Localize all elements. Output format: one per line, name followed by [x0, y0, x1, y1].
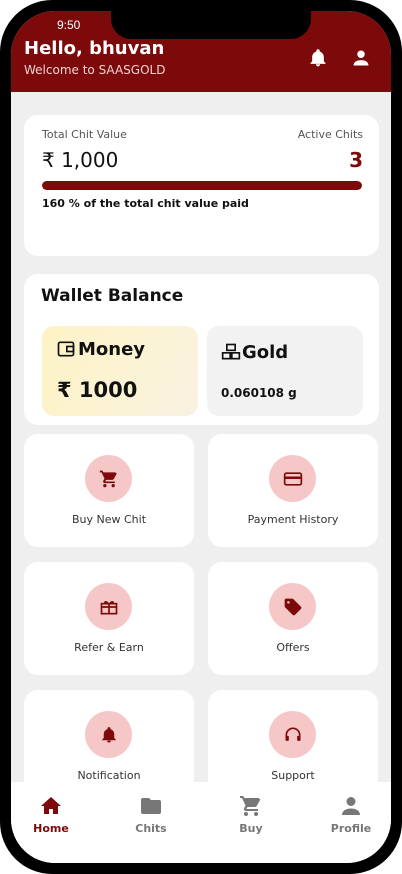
bell-icon[interactable]: [307, 47, 329, 69]
nav-chits[interactable]: Chits: [111, 794, 191, 835]
money-balance-box[interactable]: Money ₹ 1000: [42, 326, 198, 416]
welcome-subtitle: Welcome to SAASGOLD: [24, 63, 166, 77]
paid-progress-fill: [42, 181, 362, 190]
tile-buy-new-chit[interactable]: Buy New Chit: [24, 434, 194, 547]
nav-label: Home: [33, 822, 69, 835]
paid-progress-bar: [42, 181, 362, 190]
wallet-card: Wallet Balance Money ₹ 1000 Gold 0.06010…: [24, 274, 379, 425]
gold-label: Gold: [242, 342, 289, 363]
status-time: 9:50: [57, 18, 81, 32]
bell-icon: [85, 711, 132, 758]
nav-buy[interactable]: Buy: [211, 794, 291, 835]
user-icon: [311, 794, 391, 818]
paid-percentage-note: 160 % of the total chit value paid: [42, 197, 249, 210]
total-chit-value: ₹ 1,000: [42, 148, 119, 172]
gold-bars-icon: [221, 342, 241, 362]
cart-icon: [85, 455, 132, 502]
nav-home[interactable]: Home: [11, 794, 91, 835]
chit-summary-card: Total Chit Value Active Chits ₹ 1,000 3 …: [24, 115, 379, 256]
gold-balance-box[interactable]: Gold 0.060108 g: [207, 326, 363, 416]
home-icon: [11, 794, 91, 818]
tile-label: Support: [271, 769, 315, 782]
wallet-icon: [56, 339, 76, 359]
tile-label: Refer & Earn: [74, 641, 144, 654]
active-chits-label: Active Chits: [297, 128, 363, 141]
tile-offers[interactable]: Offers: [208, 562, 378, 675]
money-value: ₹ 1000: [57, 378, 138, 402]
nav-label: Profile: [330, 822, 372, 835]
tile-payment-history[interactable]: Payment History: [208, 434, 378, 547]
wallet-title: Wallet Balance: [41, 286, 184, 306]
total-chit-label: Total Chit Value: [42, 128, 127, 141]
tile-label: Payment History: [247, 513, 339, 526]
tag-icon: [269, 583, 316, 630]
tile-label: Buy New Chit: [71, 513, 147, 526]
cart-icon: [211, 794, 291, 818]
tile-refer-earn[interactable]: Refer & Earn: [24, 562, 194, 675]
bottom-nav: Home Chits Buy Profile: [11, 782, 391, 863]
headset-icon: [269, 711, 316, 758]
gold-value: 0.060108 g: [221, 386, 297, 400]
active-chits-value: 3: [349, 148, 363, 172]
card-icon: [269, 455, 316, 502]
tile-label: Notification: [77, 769, 141, 782]
app-screen: Hello, bhuvan Welcome to SAASGOLD 9:50 T…: [11, 11, 391, 863]
folder-icon: [111, 794, 191, 818]
nav-label: Buy: [239, 822, 263, 835]
user-icon[interactable]: [350, 47, 372, 69]
tile-label: Offers: [276, 641, 310, 654]
camera-notch: [111, 11, 311, 39]
nav-label: Chits: [135, 822, 167, 835]
greeting: Hello, bhuvan: [24, 38, 165, 59]
money-label: Money: [78, 339, 146, 360]
nav-profile[interactable]: Profile: [311, 794, 391, 835]
gift-icon: [85, 583, 132, 630]
